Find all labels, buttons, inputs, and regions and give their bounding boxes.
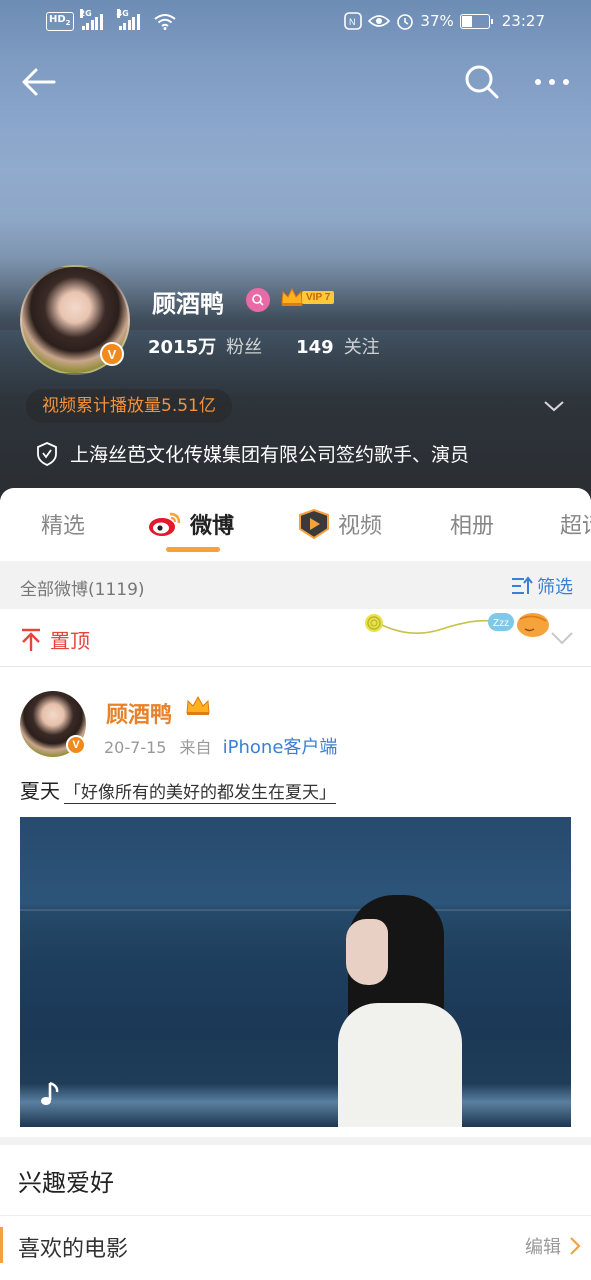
pinned-label: 置顶 — [20, 625, 90, 654]
pin-top-icon — [22, 628, 40, 651]
followers-label[interactable]: 粉丝 — [226, 333, 262, 359]
interests-title: 兴趣爱好 — [18, 1169, 114, 1197]
signal-icon: 2G — [79, 8, 103, 30]
post-text: 夏天 「好像所有的美好的都发生在夏天」 — [20, 779, 336, 804]
post-date: 20-7-15 — [104, 738, 167, 757]
profile-stats: 2015万 粉丝 149 关注 — [148, 333, 414, 359]
nfc-icon: N — [344, 12, 363, 30]
profile-tabs: 精选 微博 视频 相册 超话 — [0, 488, 591, 560]
tab-supertopic[interactable]: 超话 — [560, 508, 591, 540]
sleeping-cat-decoration-icon: Zzz — [365, 613, 549, 637]
profile-cover: HD2 2G 4G N 37% 23:27 V 顾酒鸭 VIP 7 2015万 … — [0, 0, 591, 500]
post-from: 来自 — [179, 738, 212, 757]
post-video[interactable] — [20, 817, 571, 1127]
tab-album[interactable]: 相册 — [450, 508, 494, 540]
pinned-post-header[interactable]: 置顶 Zzz — [0, 609, 591, 667]
row-accent-bar — [0, 1227, 3, 1263]
chevron-right-icon — [570, 1237, 581, 1255]
svg-text:N: N — [349, 17, 356, 27]
signal-icon-2: 4G — [116, 8, 140, 30]
video-play-count[interactable]: 视频累计播放量5.51亿 — [26, 389, 232, 423]
svg-text:Zzz: Zzz — [493, 618, 509, 629]
post-source[interactable]: iPhone客户端 — [223, 737, 338, 758]
followers-count[interactable]: 2015万 — [148, 333, 216, 359]
wifi-icon — [153, 13, 176, 30]
eye-icon — [368, 15, 391, 27]
certification-text: 上海丝芭文化传媒集团有限公司签约歌手、演员 — [70, 444, 470, 466]
divider — [0, 1215, 591, 1216]
weibo-logo-icon — [149, 512, 181, 536]
post-meta: 20-7-15 来自 iPhone客户端 — [104, 733, 337, 759]
feed-filter-bar: 全部微博(1119) 筛选 — [0, 561, 591, 609]
vip-level: VIP 7 — [302, 290, 335, 304]
following-count[interactable]: 149 — [296, 337, 334, 358]
favorite-movies-label[interactable]: 喜欢的电影 — [18, 1231, 128, 1263]
more-icon[interactable] — [532, 62, 572, 102]
status-bar: HD2 2G 4G N 37% 23:27 — [0, 0, 591, 44]
chevron-down-icon[interactable] — [542, 396, 566, 416]
active-tab-indicator — [166, 547, 220, 552]
crown-icon — [281, 287, 303, 306]
battery-icon — [459, 13, 493, 29]
hd-badge: HD2 — [46, 12, 74, 31]
tab-weibo[interactable]: 微博 — [148, 508, 234, 540]
video-horizon — [20, 909, 571, 911]
following-label[interactable]: 关注 — [344, 333, 380, 359]
profile-name: 顾酒鸭 — [152, 290, 224, 318]
verified-badge-icon: V — [66, 735, 86, 755]
tab-featured[interactable]: 精选 — [41, 508, 85, 540]
alarm-icon — [397, 14, 414, 30]
certification-row: 上海丝芭文化传媒集团有限公司签约歌手、演员 — [36, 440, 469, 467]
search-icon[interactable] — [462, 62, 502, 102]
post-topic-link[interactable]: 「好像所有的美好的都发生在夏天」 — [64, 783, 336, 804]
filter-icon — [512, 576, 533, 594]
section-gap — [0, 1137, 591, 1145]
music-note-icon[interactable] — [38, 1081, 62, 1107]
shield-icon — [37, 441, 57, 466]
chevron-down-icon[interactable] — [550, 629, 574, 647]
interests-section: 兴趣爱好 喜欢的电影 编辑 — [0, 1145, 591, 1280]
back-arrow-icon[interactable] — [18, 62, 58, 102]
all-posts-label[interactable]: 全部微博(1119) — [20, 575, 145, 600]
verified-badge-icon: V — [100, 342, 124, 366]
clock-time: 23:27 — [501, 12, 545, 30]
weibo-post[interactable]: V 顾酒鸭 20-7-15 来自 iPhone客户端 夏天 「好像所有的美好的都发… — [0, 667, 591, 1137]
video-subject-shirt — [338, 1003, 462, 1127]
video-subject-face — [346, 919, 388, 985]
filter-button[interactable]: 筛选 — [511, 573, 573, 599]
post-author-name[interactable]: 顾酒鸭 — [106, 697, 172, 729]
vip-badge[interactable]: VIP 7 — [280, 287, 335, 307]
search-badge-icon[interactable] — [246, 288, 270, 312]
tab-video[interactable]: 视频 — [296, 508, 382, 540]
crown-icon — [186, 695, 210, 715]
edit-button[interactable]: 编辑 — [525, 1233, 581, 1259]
video-tab-icon — [299, 509, 329, 539]
battery-percent: 37% — [420, 12, 454, 30]
